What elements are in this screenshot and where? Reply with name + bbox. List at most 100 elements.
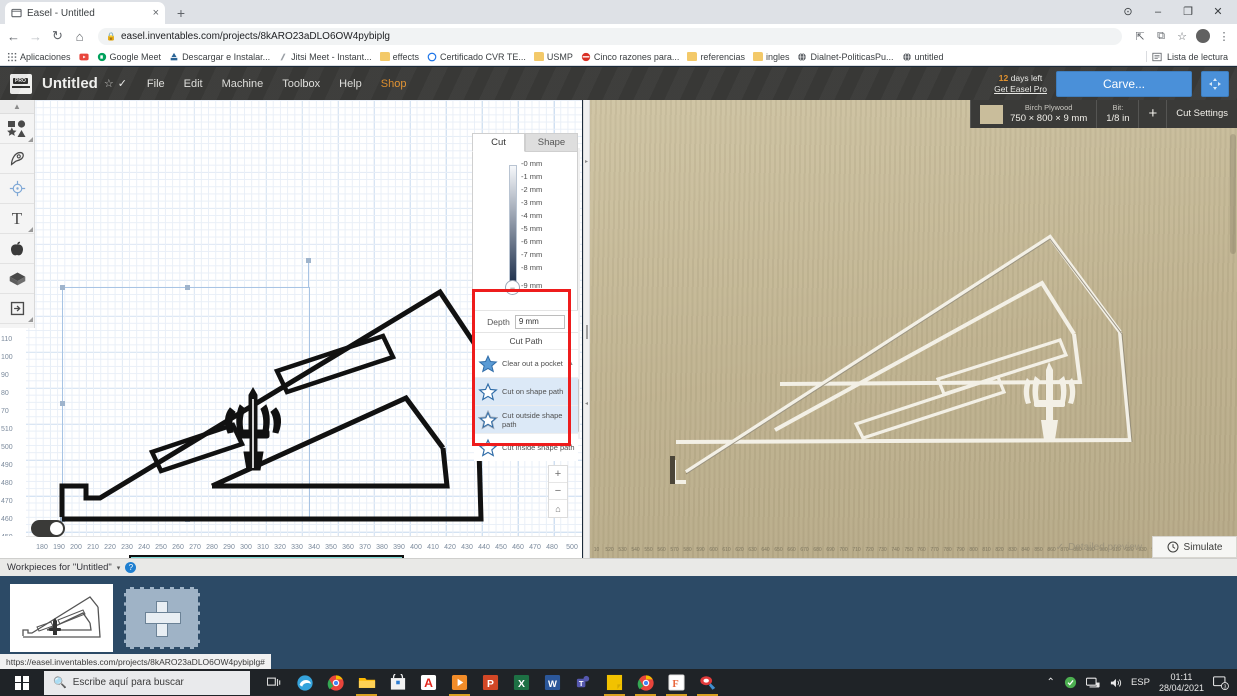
chevron-left-icon[interactable]: ◂	[585, 400, 588, 407]
three-d-preview[interactable]: Birch Plywood 750 × 800 × 9 mm Bit: 1/8 …	[590, 100, 1237, 558]
text-tool-button[interactable]: T	[0, 204, 34, 234]
cut-path-option-on-path[interactable]: Cut on shape path	[474, 377, 578, 405]
pen-tool-button[interactable]	[0, 144, 34, 174]
menu-edit[interactable]: Edit	[184, 78, 203, 90]
simulate-button[interactable]: Simulate	[1152, 536, 1237, 558]
bookmark-youtube[interactable]	[77, 52, 95, 62]
bookmark-star-icon[interactable]: ☆	[1175, 30, 1189, 43]
acrobat-button[interactable]: A	[413, 669, 444, 696]
menu-toolbox[interactable]: Toolbox	[282, 78, 320, 90]
zoom-out-button[interactable]: −	[549, 483, 567, 500]
network-icon[interactable]	[1085, 677, 1100, 689]
get-easel-pro-link[interactable]: Get Easel Pro	[994, 84, 1047, 95]
fusion-button[interactable]: F	[661, 669, 692, 696]
share-icon[interactable]: ⇱	[1133, 30, 1147, 43]
bookmark-certificado[interactable]: Certificado CVR TE...	[425, 52, 532, 62]
bookmark-cinco-razones[interactable]: Cinco razones para...	[579, 52, 686, 62]
menu-machine[interactable]: Machine	[222, 78, 264, 90]
notes-button[interactable]	[599, 669, 630, 696]
bookmark-descargar[interactable]: Descargar e Instalar...	[167, 52, 276, 62]
address-bar[interactable]: 🔒 easel.inventables.com/projects/8kARO23…	[98, 27, 1122, 45]
detailed-preview-toggle[interactable]: ✓ Detailed preview	[1046, 536, 1152, 558]
chrome-open-button[interactable]	[630, 669, 661, 696]
help-icon[interactable]: ?	[125, 562, 137, 573]
add-bit-button[interactable]: +	[1138, 100, 1166, 128]
chrome-app-button[interactable]	[320, 669, 351, 696]
chevron-down-icon[interactable]: ▾	[117, 564, 121, 572]
bookmark-google-meet[interactable]: Google Meet	[95, 52, 168, 62]
depth-slider-track[interactable]	[509, 165, 517, 286]
bookmark-untitled[interactable]: untitled	[900, 52, 950, 62]
bookmark-referencias[interactable]: referencias	[685, 52, 751, 62]
forward-icon[interactable]: →	[28, 29, 43, 44]
task-view-button[interactable]	[258, 669, 289, 696]
tab-shape[interactable]: Shape	[525, 133, 578, 152]
cut-path-option-inside-path[interactable]: Cut inside shape path	[474, 433, 578, 461]
window-maximize-button[interactable]: ❐	[1173, 0, 1203, 24]
start-button[interactable]	[0, 669, 44, 696]
bookmark-apps[interactable]: Aplicaciones	[5, 51, 77, 62]
shield-icon[interactable]	[1064, 676, 1077, 689]
material-selector[interactable]: Birch Plywood 750 × 800 × 9 mm	[970, 100, 1096, 128]
excel-button[interactable]: X	[506, 669, 537, 696]
menu-help[interactable]: Help	[339, 78, 362, 90]
teams-button[interactable]: T	[568, 669, 599, 696]
chrome-menu-icon[interactable]: ⋮	[1217, 30, 1231, 43]
depth-slider-knob[interactable]: −	[505, 280, 520, 295]
cut-path-option-outside-path[interactable]: Cut outside shape path	[474, 405, 578, 433]
units-toggle[interactable]	[31, 520, 65, 537]
apple-tool-button[interactable]	[0, 234, 34, 264]
language-indicator[interactable]: ESP	[1131, 677, 1150, 688]
project-title[interactable]: Untitled	[42, 75, 98, 92]
easel-pro-upsell[interactable]: 12 days left Get Easel Pro	[994, 73, 1047, 94]
media-player-button[interactable]	[444, 669, 475, 696]
tab-close-icon[interactable]: ×	[153, 7, 159, 19]
extensions-icon[interactable]: ⧉	[1154, 30, 1168, 43]
cut-path-option-clear-pocket[interactable]: Clear out a pocket ▲	[474, 349, 578, 377]
favorite-star-icon[interactable]: ☆	[104, 77, 114, 90]
window-minimize-button[interactable]: –	[1143, 0, 1173, 24]
word-button[interactable]: W	[537, 669, 568, 696]
collapse-triangle-icon[interactable]: ▲	[567, 360, 574, 367]
import-tool-button[interactable]	[0, 294, 34, 324]
tab-cut[interactable]: Cut	[472, 133, 525, 152]
chevron-right-icon[interactable]: ▸	[585, 158, 588, 165]
carve-button[interactable]: Carve...	[1056, 70, 1192, 97]
file-explorer-button[interactable]	[351, 669, 382, 696]
tray-expand-chevron-icon[interactable]: ⌃	[1047, 677, 1055, 688]
toolbar-collapse-button[interactable]: ▲	[0, 100, 34, 114]
volume-icon[interactable]	[1109, 677, 1122, 689]
preview-scrollbar[interactable]	[1230, 134, 1236, 254]
workpiece-thumbnail[interactable]	[10, 584, 113, 652]
shapes-tool-button[interactable]	[0, 114, 34, 144]
center-point-tool-button[interactable]	[0, 174, 34, 204]
window-close-button[interactable]: ✕	[1203, 0, 1233, 24]
browser-tab[interactable]: Easel - Untitled ×	[5, 2, 165, 24]
taskbar-search-box[interactable]: 🔍 Escribe aquí para buscar	[44, 670, 250, 695]
microsoft-store-button[interactable]	[382, 669, 413, 696]
menu-file[interactable]: File	[147, 78, 165, 90]
menu-shop[interactable]: Shop	[381, 78, 407, 90]
bookmark-effects[interactable]: effects	[378, 52, 425, 62]
move-arrows-icon[interactable]	[1201, 70, 1229, 97]
back-icon[interactable]: ←	[6, 29, 21, 44]
window-extra-icon[interactable]: ⊙	[1113, 0, 1143, 24]
bookmark-jitsi[interactable]: Jitsi Meet - Instant...	[276, 52, 378, 62]
paint3d-button[interactable]	[692, 669, 723, 696]
reading-list-button[interactable]: Lista de lectura	[1145, 51, 1232, 62]
panel-splitter[interactable]: ▸ ◂	[583, 100, 590, 558]
rotate-handle[interactable]	[306, 258, 311, 263]
easel-pro-logo-icon[interactable]	[10, 73, 32, 94]
bookmark-dialnet[interactable]: Dialnet-PoliticasPu...	[795, 52, 899, 62]
notifications-button[interactable]: 3	[1213, 675, 1229, 690]
powerpoint-button[interactable]: P	[475, 669, 506, 696]
bookmark-usmp[interactable]: USMP	[532, 52, 579, 62]
taskbar-clock[interactable]: 01:11 28/04/2021	[1159, 672, 1204, 694]
add-workpiece-button[interactable]	[124, 587, 200, 649]
profile-avatar[interactable]	[1196, 29, 1210, 43]
splitter-grip[interactable]	[586, 325, 588, 339]
zoom-home-icon[interactable]: ⌂	[549, 500, 567, 517]
bit-selector[interactable]: Bit: 1/8 in	[1096, 100, 1138, 128]
reload-icon[interactable]: ↻	[50, 28, 65, 44]
edge-app-button[interactable]	[289, 669, 320, 696]
